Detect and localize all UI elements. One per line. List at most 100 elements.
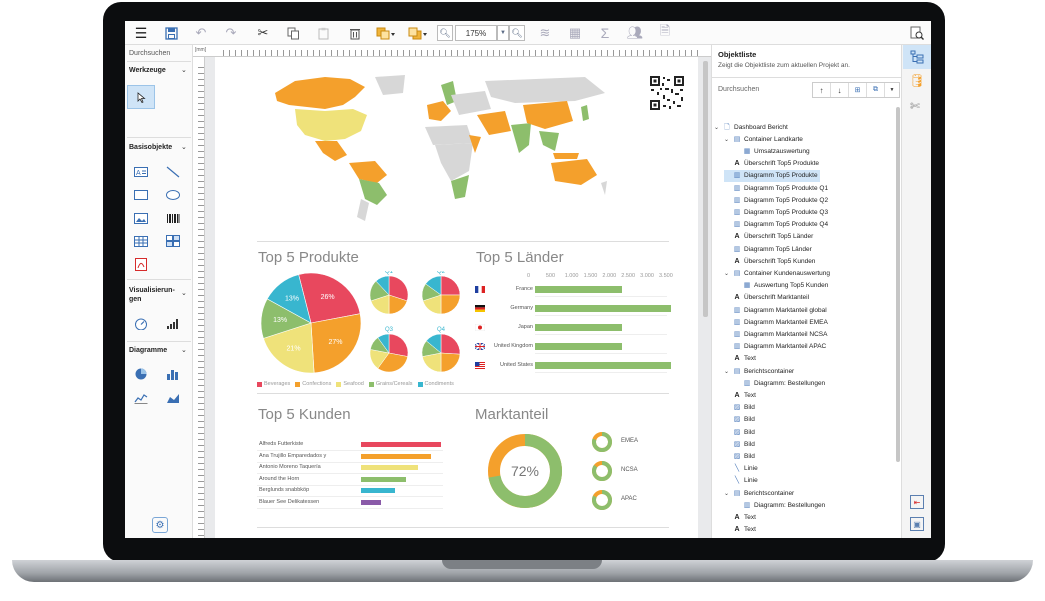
preview-icon[interactable] xyxy=(907,24,927,42)
zoom-select[interactable]: 175% xyxy=(455,25,497,41)
donut-chart-marktanteil[interactable]: 72% xyxy=(487,433,563,509)
section-visualisierungen[interactable]: Visualisierun- gen xyxy=(129,286,179,304)
chevron-down-icon[interactable]: ▼ xyxy=(885,83,899,97)
database-icon[interactable]: 🛢︎ xyxy=(909,73,926,89)
pie-chart-object-icon[interactable] xyxy=(133,367,149,381)
heading-top5-kunden[interactable]: Top 5 Kunden xyxy=(258,406,351,423)
pointer-tool-icon[interactable] xyxy=(127,85,155,109)
chevron-down-icon[interactable]: ⌄ xyxy=(181,346,187,354)
settings-gear-icon[interactable]: ⚙ xyxy=(152,517,168,533)
tree-node[interactable]: ▥ Diagramm Marktanteil EMEA xyxy=(724,316,830,328)
layers-icon[interactable]: ≋ xyxy=(535,24,555,42)
undo-icon[interactable]: ↶ xyxy=(191,24,211,42)
image-object-icon[interactable] xyxy=(133,211,149,225)
tree-node[interactable]: ▥ Diagramm Marktanteil APAC xyxy=(724,341,828,353)
tree-node[interactable]: ▥ Diagramm Top5 Produkte Q4 xyxy=(724,219,830,231)
tree-node[interactable]: ▥ Diagramm Marktanteil NCSA xyxy=(724,328,829,340)
design-canvas[interactable]: Top 5 Produkte 26% 27% 21% 13% 13% Q1 Q2 Q3 Q4 … xyxy=(205,57,711,538)
heading-marktanteil[interactable]: Marktanteil xyxy=(475,406,548,423)
filter-icon[interactable]: ⧉ xyxy=(867,83,885,97)
chevron-down-icon[interactable]: ⌄ xyxy=(714,124,720,131)
tree-node[interactable]: AText xyxy=(724,524,758,536)
section-basisobjekte[interactable]: Basisobjekte xyxy=(129,144,172,151)
world-map[interactable] xyxy=(255,71,615,221)
section-werkzeuge[interactable]: Werkzeuge xyxy=(129,67,166,74)
chevron-down-icon[interactable]: ⌄ xyxy=(724,136,730,143)
paste-icon[interactable] xyxy=(313,24,333,42)
arrow-up-icon[interactable]: ↑ xyxy=(813,83,831,97)
chevron-down-icon[interactable]: ⌄ xyxy=(181,143,187,151)
bring-front-icon[interactable] xyxy=(373,24,399,42)
crosstab-object-icon[interactable] xyxy=(165,234,181,248)
gauge-object-icon[interactable] xyxy=(133,317,149,331)
region-donut-charts[interactable]: EMEA NCSA APAC xyxy=(591,431,671,515)
hierarchy-icon[interactable]: ⊞ xyxy=(849,83,867,97)
tree-node[interactable]: ▥ Diagramm: Bestellungen xyxy=(734,499,827,511)
tree-node[interactable]: ▥ Diagramm Top5 Produkte Q2 xyxy=(724,194,830,206)
tree-node[interactable]: ▨ Bild xyxy=(724,438,757,450)
tree-node[interactable]: AText xyxy=(724,389,758,401)
bar-chart-top5-kunden[interactable]: Alfreds Futterkiste Ana Trujillo Empareda… xyxy=(257,441,447,511)
tree-node[interactable]: ⌄ ▤ Berichtscontainer xyxy=(724,365,796,377)
export-icon[interactable]: ⇤ xyxy=(910,495,924,509)
zoom-dropdown-chevron-icon[interactable]: ▼ xyxy=(497,25,509,41)
sum-icon[interactable]: Σ xyxy=(595,24,615,42)
cut-icon[interactable]: ✂ xyxy=(253,24,273,42)
chevron-down-icon[interactable]: ⌄ xyxy=(724,368,730,375)
tree-node[interactable]: A Überschrift Top5 Kunden xyxy=(724,255,817,267)
arrow-down-icon[interactable]: ↓ xyxy=(831,83,849,97)
pdf-object-icon[interactable] xyxy=(133,257,149,271)
tree-node[interactable]: ▨ Bild xyxy=(724,402,757,414)
tree-node[interactable]: ⌄ ▤ Berichtscontainer xyxy=(724,487,796,499)
tools-icon[interactable]: ✄ xyxy=(910,99,920,113)
page-icon[interactable]: 🗎︎ xyxy=(655,23,675,42)
tree-node[interactable]: ▥ Diagramm Top5 Produkte Q1 xyxy=(724,182,830,194)
menu-icon[interactable]: ☰ xyxy=(131,24,151,42)
quarter-pie-charts[interactable]: Q1 Q2 Q3 Q4 xyxy=(365,271,465,387)
tree-node[interactable]: ⌄ ▤ Container Landkarte xyxy=(724,133,805,145)
qr-code[interactable] xyxy=(649,75,685,111)
tree-node[interactable]: ▦ Auswertung Top5 Kunden xyxy=(734,280,830,292)
toolbox-search[interactable]: Durchsuchen xyxy=(129,50,170,57)
heading-top5-laender[interactable]: Top 5 Länder xyxy=(476,249,564,266)
tree-node[interactable]: AText xyxy=(724,511,758,523)
tree-node[interactable]: ▨ Bild xyxy=(724,450,757,462)
line-object-icon[interactable] xyxy=(165,165,181,179)
bar-chart-object-icon[interactable] xyxy=(165,367,181,381)
chevron-down-icon[interactable]: ⌄ xyxy=(724,490,730,497)
rectangle-object-icon[interactable] xyxy=(133,188,149,202)
object-list-tab-icon[interactable] xyxy=(903,45,931,69)
bar-chart-top5-laender[interactable]: 0 500 1.000 1.500 2.000 2.500 3.000 3.500 France… xyxy=(473,273,673,389)
save-icon[interactable] xyxy=(161,24,181,42)
canvas-scrollbar[interactable] xyxy=(703,61,708,317)
zoom-out-icon[interactable]: 🔍︎ xyxy=(437,25,453,41)
text-object-icon[interactable]: A xyxy=(133,165,149,179)
tree-scrollbar[interactable] xyxy=(896,107,900,462)
heading-top5-produkte[interactable]: Top 5 Produkte xyxy=(258,249,359,266)
tree-node[interactable]: ▥ Diagramm: Bestellungen xyxy=(734,377,827,389)
tree-node[interactable]: AText xyxy=(724,536,758,538)
tree-node[interactable]: ╲ Linie xyxy=(724,463,760,475)
line-chart-object-icon[interactable] xyxy=(133,391,149,405)
tree-node[interactable]: ▥ Diagramm Top5 Produkte xyxy=(724,169,820,182)
send-back-icon[interactable] xyxy=(405,24,431,42)
table-object-icon[interactable] xyxy=(133,234,149,248)
tree-node[interactable]: ▥ Diagramm Top5 Länder xyxy=(724,243,814,255)
chevron-down-icon[interactable]: ⌄ xyxy=(724,270,730,277)
report-page[interactable]: Top 5 Produkte 26% 27% 21% 13% 13% Q1 Q2 Q3 Q4 … xyxy=(215,57,698,538)
section-diagramme[interactable]: Diagramme xyxy=(129,347,167,354)
tree-node[interactable]: ⌄ 🗋 Dashboard Bericht xyxy=(714,121,790,133)
tree-node[interactable]: ▨ Bild xyxy=(724,426,757,438)
tree-node[interactable]: ▥ Diagramm Top5 Produkte Q3 xyxy=(724,206,830,218)
users-icon[interactable]: 👥︎ xyxy=(625,24,645,42)
bar-gauge-object-icon[interactable] xyxy=(165,317,181,331)
tree-node[interactable]: ╲ Linie xyxy=(724,475,760,487)
zoom-in-icon[interactable]: 🔍︎ xyxy=(509,25,525,41)
redo-icon[interactable]: ↷ xyxy=(221,24,241,42)
object-list-search[interactable]: Durchsuchen xyxy=(718,82,808,96)
area-chart-object-icon[interactable] xyxy=(165,391,181,405)
delete-icon[interactable] xyxy=(345,24,365,42)
chevron-down-icon[interactable]: ⌄ xyxy=(181,66,187,74)
pie-chart-top5-produkte[interactable]: 26% 27% 21% 13% 13% xyxy=(259,271,363,375)
chevron-down-icon[interactable]: ⌄ xyxy=(181,289,187,297)
